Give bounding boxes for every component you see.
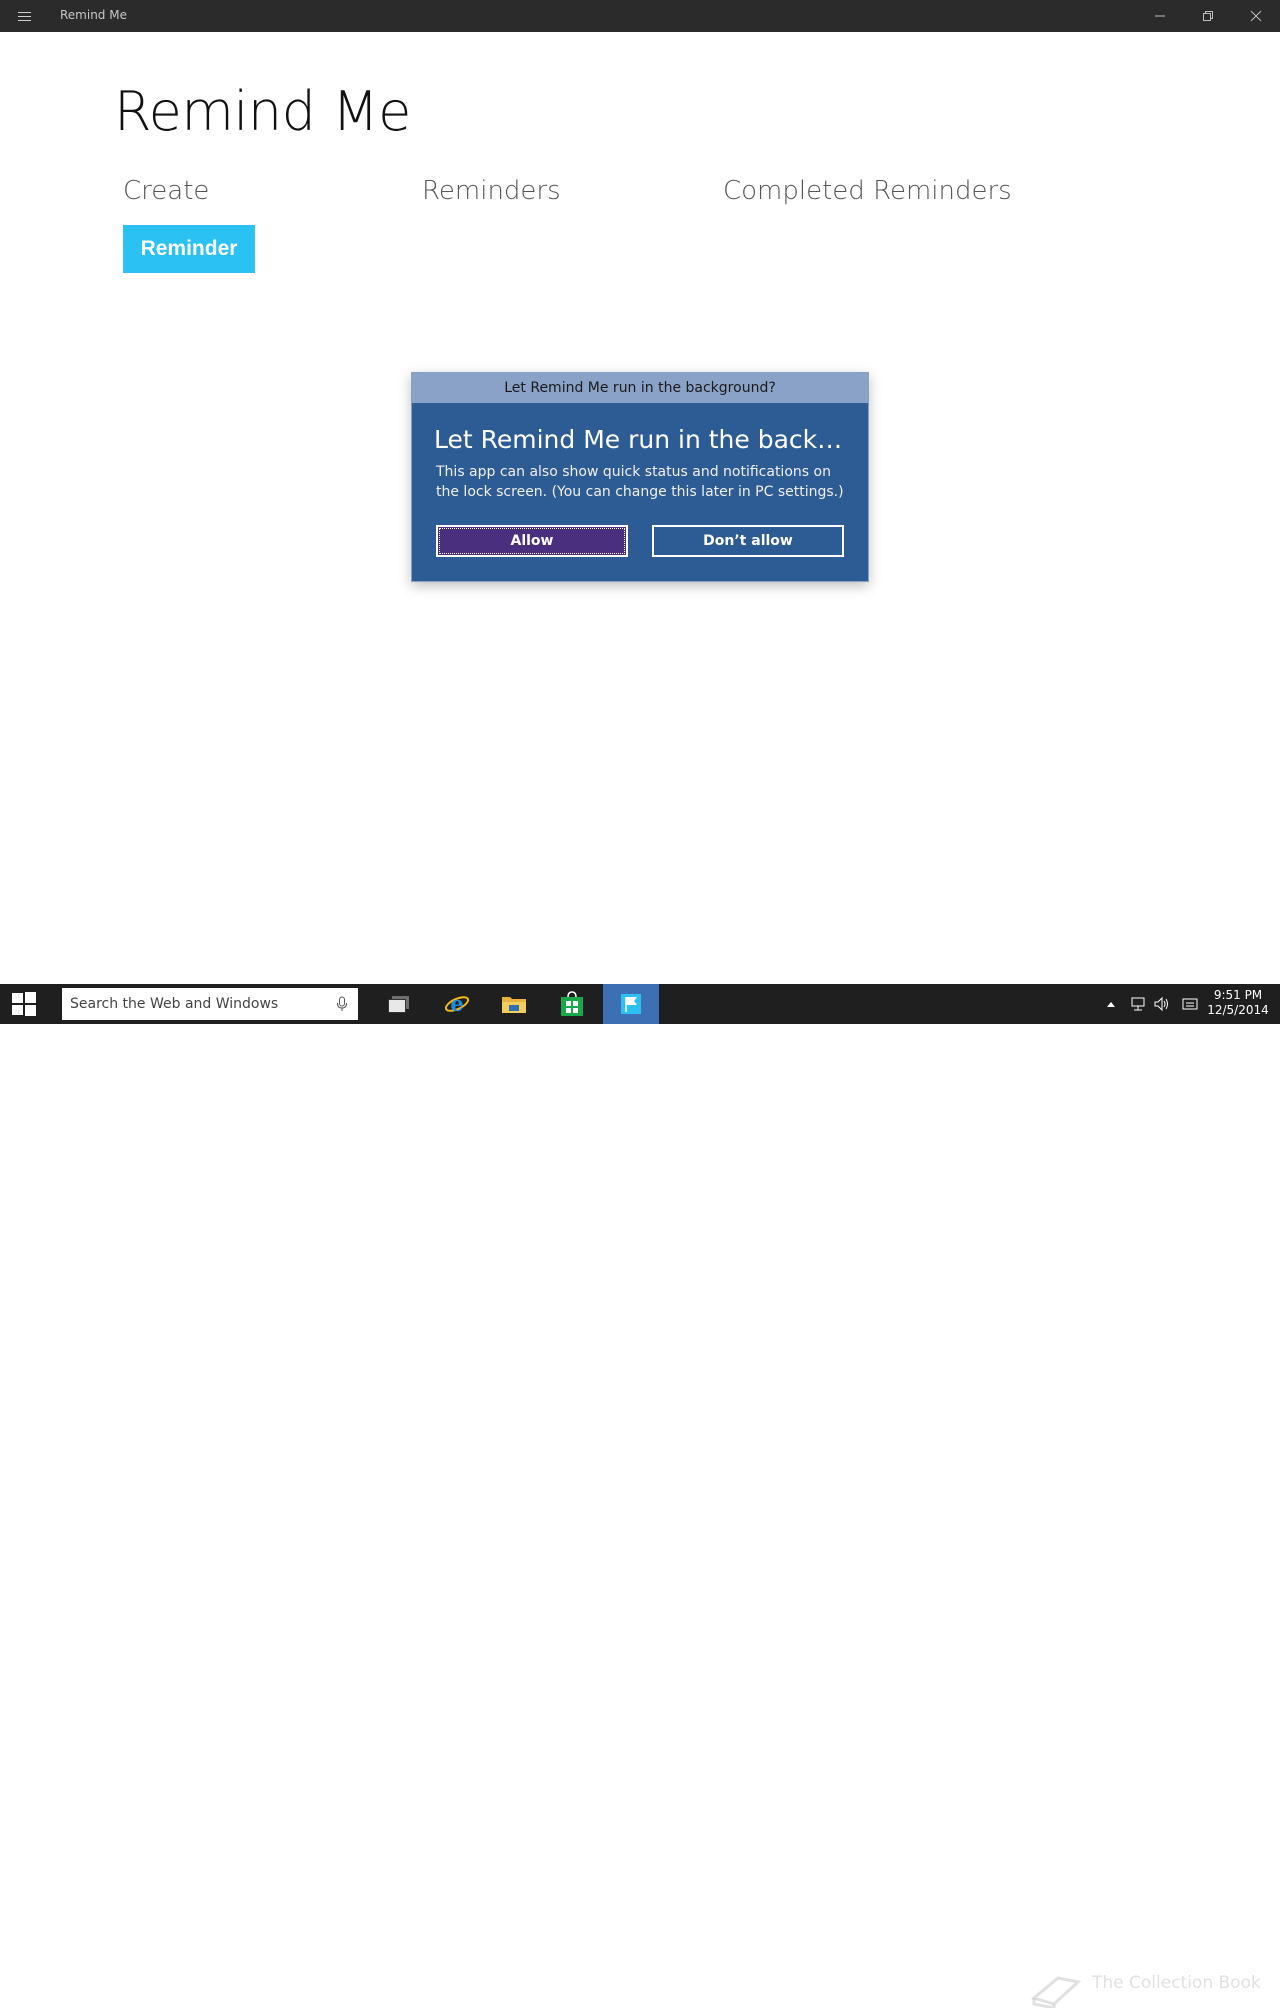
store-bag-icon	[561, 991, 583, 1016]
background-permission-dialog: Let Remind Me run in the background? Let…	[411, 372, 869, 582]
store-button[interactable]	[544, 984, 600, 1024]
notifications-button[interactable]	[1180, 984, 1200, 1024]
speaker-icon	[1154, 996, 1168, 1012]
show-hidden-icons-button[interactable]	[1103, 984, 1119, 1024]
search-input[interactable]	[70, 996, 320, 1012]
remind-me-taskbar-button[interactable]	[603, 984, 659, 1024]
taskbar-search[interactable]	[62, 988, 358, 1020]
section-header-reminders: Reminders	[422, 176, 561, 206]
allow-button[interactable]: Allow	[436, 525, 628, 557]
taskbar: e The Collection Book	[0, 984, 1280, 2008]
network-icon	[1131, 997, 1145, 1011]
dialog-title: Let Remind Me run in the background?	[434, 425, 854, 454]
restore-button[interactable]	[1185, 0, 1231, 32]
windows-logo-icon	[12, 992, 36, 1016]
clock-date: 12/5/2014	[1207, 1003, 1269, 1017]
internet-explorer-button[interactable]: e	[429, 984, 485, 1024]
volume-button[interactable]	[1152, 984, 1172, 1024]
hamburger-menu-icon[interactable]	[12, 8, 36, 24]
start-button[interactable]	[0, 984, 48, 1024]
minimize-icon	[1155, 15, 1165, 17]
title-bar: Remind Me	[0, 0, 1280, 32]
dialog-caption: Let Remind Me run in the background?	[412, 373, 868, 403]
book-icon	[1030, 1976, 1082, 2008]
message-icon	[1182, 998, 1198, 1010]
folder-icon	[502, 997, 526, 1013]
microphone-icon[interactable]	[336, 996, 348, 1012]
dont-allow-button[interactable]: Don’t allow	[652, 525, 844, 557]
restore-icon	[1203, 11, 1213, 21]
minimize-button[interactable]	[1137, 0, 1183, 32]
close-button[interactable]	[1233, 0, 1279, 32]
flag-icon	[621, 994, 641, 1014]
page-title: Remind Me	[114, 80, 411, 143]
system-clock[interactable]: 9:51 PM 12/5/2014	[1206, 988, 1270, 1018]
clock-time: 9:51 PM	[1213, 988, 1263, 1002]
close-icon	[1250, 10, 1262, 22]
dialog-message: This app can also show quick status and …	[436, 464, 844, 500]
chevron-up-icon	[1107, 1002, 1115, 1007]
svg-text:e: e	[450, 991, 463, 1016]
file-explorer-button[interactable]	[486, 984, 542, 1024]
task-view-icon	[388, 996, 409, 1013]
internet-explorer-icon: e	[444, 991, 470, 1016]
section-header-completed-reminders: Completed Reminders	[723, 176, 1012, 206]
window-title: Remind Me	[60, 8, 127, 22]
section-header-create: Create	[123, 176, 210, 206]
watermark-text: The Collection Book	[1092, 1973, 1261, 1993]
network-button[interactable]	[1129, 984, 1147, 1024]
create-reminder-button[interactable]: Reminder	[123, 225, 255, 273]
task-view-button[interactable]	[371, 984, 427, 1024]
watermark: The Collection Book	[1030, 1968, 1270, 2008]
